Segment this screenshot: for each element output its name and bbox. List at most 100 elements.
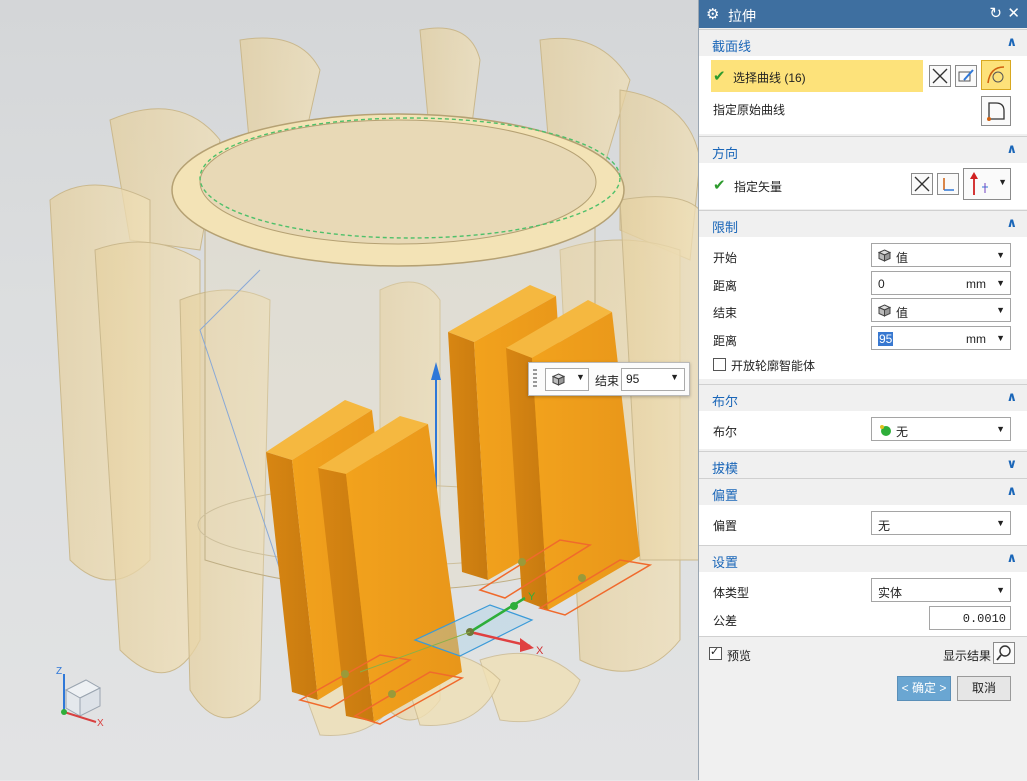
end-type-value: 值 — [896, 306, 909, 320]
show-result-label: 显示结果 — [943, 649, 992, 663]
section-boolean: 布尔 ∧ 布尔 无 ▼ — [699, 384, 1027, 449]
specify-origin-curve-label: 指定原始曲线 — [713, 103, 786, 117]
open-profile-label: 开放轮廓智能体 — [731, 359, 816, 373]
section-draft-header[interactable]: 拔模 ∨ — [699, 451, 1027, 478]
extruded-body-right — [448, 285, 640, 610]
start-type-dropdown[interactable]: 值 ▼ — [871, 243, 1011, 267]
view-triad-icon: Z X — [56, 666, 104, 729]
close-icon[interactable]: ✕ — [1007, 4, 1020, 22]
curve-rule-button[interactable] — [929, 65, 951, 87]
end-type-dropdown[interactable]: 值 ▼ — [871, 298, 1011, 322]
offset-label: 偏置 — [713, 519, 738, 533]
preview-checkbox[interactable]: ✓ — [709, 646, 722, 660]
start-type-value: 值 — [896, 251, 909, 265]
reset-icon[interactable]: ↻ — [989, 4, 1002, 22]
section-direction: 方向 ∧ ✔ 指定矢量 ▼ — [699, 136, 1027, 209]
select-curve-row[interactable]: ✔ 选择曲线 (16) — [711, 60, 923, 92]
float-bar-grip[interactable] — [533, 369, 537, 389]
dialog-footer: ✓ 预览 显示结果 — [699, 636, 1027, 781]
float-end-value-field[interactable]: 95 ▼ — [621, 368, 685, 391]
chevron-down-icon: ▼ — [996, 585, 1005, 595]
show-result-button[interactable] — [993, 642, 1015, 664]
checkmark-icon: ✓ — [710, 646, 720, 658]
chevron-up-icon[interactable]: ∧ — [1006, 141, 1017, 157]
end-distance-field[interactable]: 95 mm ▼ — [871, 326, 1011, 350]
dialog-titlebar[interactable]: ⚙ 拉伸 ↻ ✕ — [699, 0, 1027, 28]
section-settings: 设置 ∧ 体类型 实体 ▼ 公差 0.0010 — [699, 545, 1027, 636]
boolean-label: 布尔 — [713, 425, 738, 439]
sketch-section-button[interactable] — [955, 65, 977, 87]
cross-arrows-icon — [932, 68, 948, 84]
body-type-dropdown[interactable]: 实体 ▼ — [871, 578, 1011, 602]
open-profile-checkbox[interactable] — [713, 358, 726, 371]
triad-x-label: X — [97, 718, 104, 729]
ok-button[interactable]: < 确定 > — [897, 676, 951, 701]
body-type-value: 实体 — [878, 586, 903, 600]
chevron-up-icon[interactable]: ∧ — [1006, 215, 1017, 231]
start-distance-field[interactable]: 0 mm ▼ — [871, 271, 1011, 295]
cube-icon — [878, 304, 891, 317]
chevron-up-icon[interactable]: ∧ — [1006, 483, 1017, 499]
start-distance-unit: mm — [966, 277, 986, 291]
section-limits-title: 限制 — [712, 220, 739, 235]
gear-icon[interactable]: ⚙ — [706, 5, 719, 23]
start-label: 开始 — [713, 251, 738, 265]
end-distance-unit: mm — [966, 332, 986, 346]
body-type-label: 体类型 — [713, 586, 750, 600]
vector-arrow-icon — [970, 172, 988, 195]
chevron-up-icon[interactable]: ∧ — [1006, 34, 1017, 50]
tolerance-field[interactable]: 0.0010 — [929, 606, 1011, 630]
end-distance-value: 95 — [878, 332, 894, 346]
offset-dropdown[interactable]: 无 ▼ — [871, 511, 1011, 535]
chevron-down-icon: ▼ — [998, 177, 1007, 187]
dialog-title: 拉伸 — [728, 8, 756, 24]
start-distance-value: 0 — [878, 277, 885, 291]
curve-select-button[interactable] — [981, 60, 1011, 90]
section-curve-title: 截面线 — [712, 39, 752, 54]
cancel-button[interactable]: 取消 — [957, 676, 1011, 701]
section-offset: 偏置 ∧ 偏置 无 ▼ — [699, 478, 1027, 545]
section-offset-header[interactable]: 偏置 ∧ — [699, 478, 1027, 505]
section-direction-header[interactable]: 方向 ∧ — [699, 136, 1027, 163]
chevron-down-icon: ▼ — [670, 372, 679, 382]
section-curve: 截面线 ∧ ✔ 选择曲线 (16) 指定原始曲线 — [699, 29, 1027, 134]
vector-constructor-icon — [943, 178, 954, 191]
origin-curve-button[interactable] — [981, 96, 1011, 126]
chevron-up-icon[interactable]: ∧ — [1006, 550, 1017, 566]
vector-type-dropdown[interactable]: ▼ — [963, 168, 1011, 200]
section-limits-header[interactable]: 限制 ∧ — [699, 210, 1027, 237]
vector-dialog-button[interactable] — [937, 173, 959, 195]
section-limits: 限制 ∧ 开始 值 ▼ 距离 0 mm ▼ 结束 值 ▼ 距离 95 mm ▼ … — [699, 210, 1027, 379]
extrude-dialog: ⚙ 拉伸 ↻ ✕ 截面线 ∧ ✔ 选择曲线 (16) 指定原始曲线 方向 ∧ ✔… — [698, 0, 1027, 781]
section-draft-title: 拔模 — [712, 461, 739, 476]
section-boolean-header[interactable]: 布尔 ∧ — [699, 384, 1027, 411]
reverse-direction-button[interactable] — [911, 173, 933, 195]
section-boolean-title: 布尔 — [712, 394, 739, 409]
cube-icon — [552, 373, 565, 386]
curve-select-icon — [987, 66, 1005, 84]
tolerance-label: 公差 — [713, 614, 738, 628]
section-offset-title: 偏置 — [712, 488, 739, 503]
end-label: 结束 — [713, 306, 738, 320]
cross-arrows-icon — [914, 176, 930, 192]
cube-icon — [878, 249, 891, 262]
handle-x-label: X — [536, 645, 544, 657]
section-settings-header[interactable]: 设置 ∧ — [699, 545, 1027, 572]
graphics-viewport[interactable]: X Y Z X ▼ 结束 95 ▼ — [0, 0, 700, 780]
floating-end-distance-bar: ▼ 结束 95 ▼ — [528, 362, 690, 396]
end-distance-label: 距离 — [713, 334, 738, 348]
chevron-down-icon: ▼ — [996, 305, 1005, 315]
chevron-down-icon: ▼ — [996, 333, 1005, 343]
select-curve-label: 选择曲线 (16) — [733, 71, 806, 85]
chevron-down-icon: ▼ — [996, 424, 1005, 434]
section-curve-header[interactable]: 截面线 ∧ — [699, 29, 1027, 56]
preview-label: 预览 — [727, 649, 752, 663]
section-draft: 拔模 ∨ — [699, 451, 1027, 478]
start-distance-label: 距离 — [713, 279, 738, 293]
chevron-up-icon[interactable]: ∧ — [1006, 389, 1017, 405]
chevron-down-icon[interactable]: ∨ — [1006, 456, 1017, 472]
float-end-value: 95 — [626, 372, 640, 386]
float-limit-type-dropdown[interactable]: ▼ — [545, 368, 589, 391]
boolean-dropdown[interactable]: 无 ▼ — [871, 417, 1011, 441]
handle-y-label: Y — [528, 591, 536, 603]
